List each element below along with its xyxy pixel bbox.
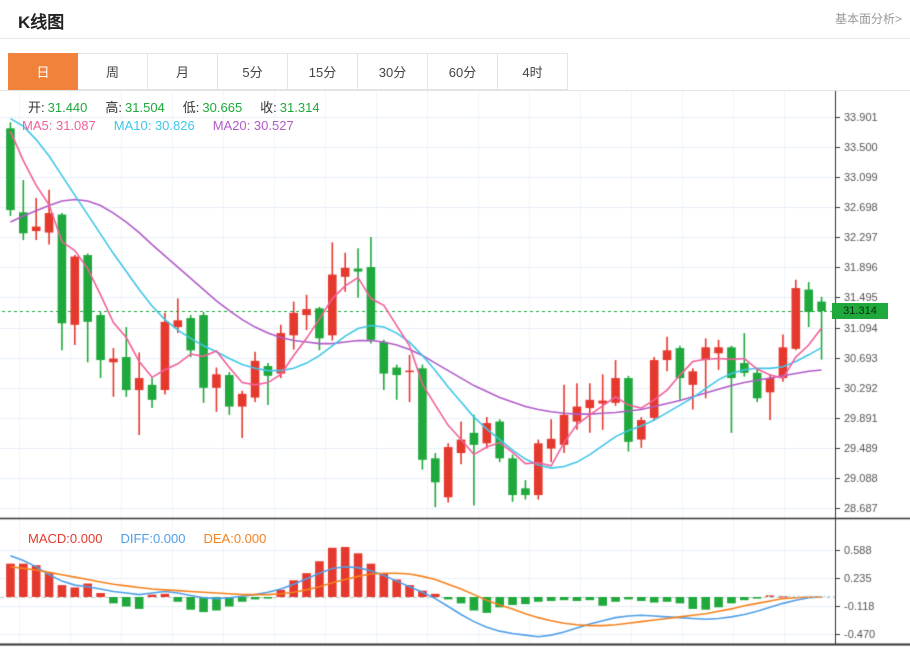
- period-tab-1[interactable]: 日: [8, 53, 78, 90]
- period-tab-6[interactable]: 30分: [358, 53, 428, 90]
- period-tab-7[interactable]: 60分: [428, 53, 498, 90]
- kline-chart-canvas[interactable]: [0, 91, 910, 647]
- header-divider: [0, 38, 910, 39]
- period-tab-4[interactable]: 5分: [218, 53, 288, 90]
- period-tab-bar: 日周月 5分 15分 30分 60分 4时: [0, 53, 910, 91]
- period-tab-8[interactable]: 4时: [498, 53, 568, 90]
- fundamental-analysis-link[interactable]: 基本面分析>: [835, 10, 902, 27]
- period-tab-3[interactable]: 月: [148, 53, 218, 90]
- page-title: K线图: [18, 13, 65, 32]
- period-tab-5[interactable]: 15分: [288, 53, 358, 90]
- current-price-tag: 31.314: [832, 303, 888, 320]
- period-tab-2[interactable]: 周: [78, 53, 148, 90]
